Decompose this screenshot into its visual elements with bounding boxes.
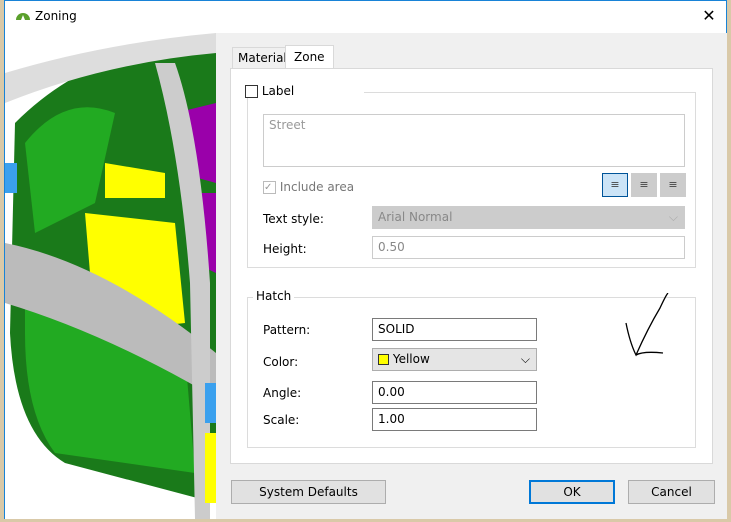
label-text-field[interactable]: Street xyxy=(263,114,685,167)
hatch-group: Hatch Pattern: SOLID Color: Yellow ⌵ Angl… xyxy=(247,289,696,448)
color-label: Color: xyxy=(263,355,299,369)
close-icon[interactable]: ✕ xyxy=(698,5,720,27)
zoning-map-preview xyxy=(5,33,216,519)
zone-tab-content: Label Street ✓ Include area ≡ ≡ ≡ Text s… xyxy=(230,68,713,464)
app-icon xyxy=(16,13,30,20)
label-checkbox-label: Label xyxy=(261,84,295,98)
label-checkbox[interactable]: Label xyxy=(242,84,365,98)
color-value: Yellow xyxy=(392,352,430,366)
text-style-value: Arial Normal xyxy=(378,210,453,224)
pattern-label: Pattern: xyxy=(263,323,311,337)
color-swatch xyxy=(378,354,389,365)
align-left-button[interactable]: ≡ xyxy=(602,173,628,197)
tab-material[interactable]: Material xyxy=(232,47,293,69)
properties-panel: Material Zone Label Street ✓ Include are… xyxy=(216,33,727,519)
checkbox-icon[interactable] xyxy=(245,85,258,98)
label-group: Label Street ✓ Include area ≡ ≡ ≡ Text s… xyxy=(242,84,696,268)
hatch-title: Hatch xyxy=(253,289,295,303)
chevron-down-icon: ⌵ xyxy=(520,352,530,366)
ok-button[interactable]: OK xyxy=(529,480,615,504)
include-area-checkbox[interactable]: ✓ Include area xyxy=(263,180,354,194)
window-title: Zoning xyxy=(35,9,77,23)
scale-label: Scale: xyxy=(263,413,300,427)
chevron-down-icon: ⌵ xyxy=(668,210,678,224)
handwritten-check-annotation xyxy=(625,293,669,357)
include-area-label: Include area xyxy=(279,180,355,194)
height-label: Height: xyxy=(263,242,307,256)
tab-zone[interactable]: Zone xyxy=(285,45,334,70)
pattern-field[interactable]: SOLID xyxy=(372,318,537,341)
angle-field[interactable]: 0.00 xyxy=(372,381,537,404)
check-icon: ✓ xyxy=(263,181,276,194)
cancel-button[interactable]: Cancel xyxy=(628,480,715,504)
color-select[interactable]: Yellow ⌵ xyxy=(372,348,537,371)
align-center-button[interactable]: ≡ xyxy=(631,173,657,197)
angle-label: Angle: xyxy=(263,386,302,400)
zoning-dialog: Zoning ✕ Material Zone Label Street ✓ In… xyxy=(4,0,727,519)
scale-field[interactable]: 1.00 xyxy=(372,408,537,431)
text-style-label: Text style: xyxy=(263,212,324,226)
title-bar: Zoning ✕ xyxy=(5,1,726,33)
system-defaults-button[interactable]: System Defaults xyxy=(231,480,386,504)
text-style-select[interactable]: Arial Normal ⌵ xyxy=(372,206,685,229)
align-right-button[interactable]: ≡ xyxy=(660,173,686,197)
height-field[interactable]: 0.50 xyxy=(372,236,685,259)
